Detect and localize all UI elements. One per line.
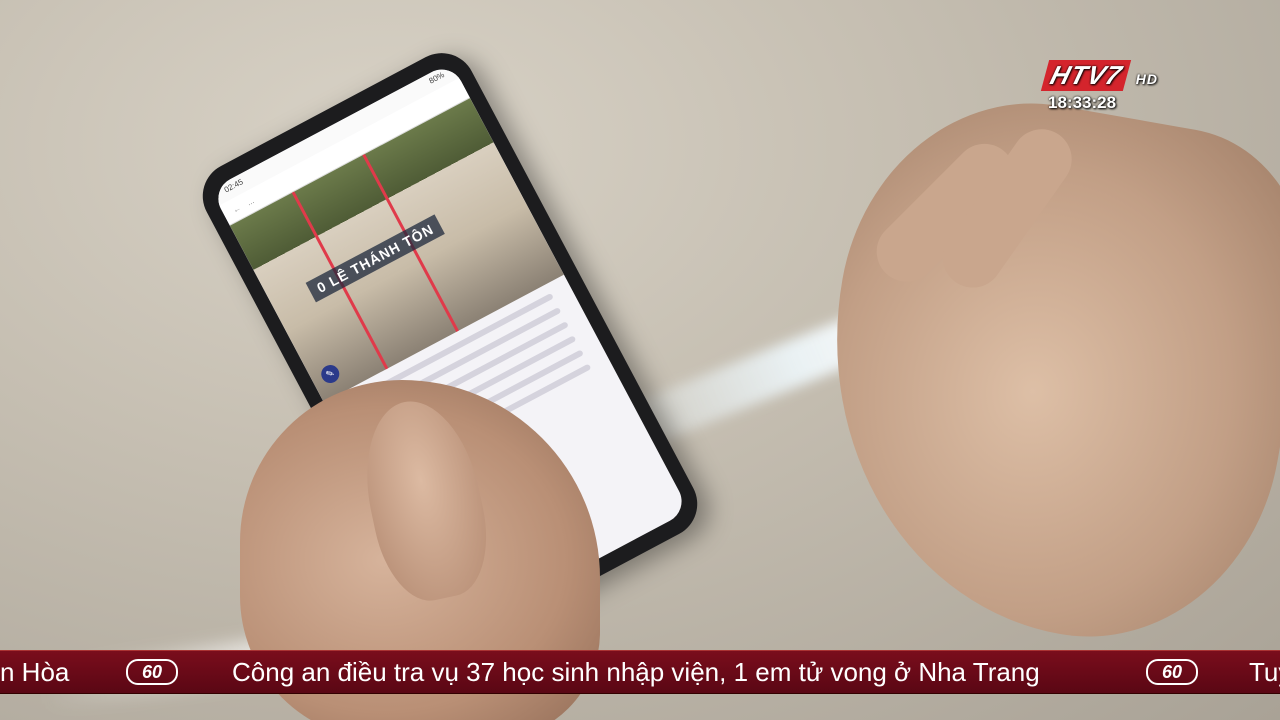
ticker-segment-prev: n Hòa (0, 656, 70, 687)
ticker-headline: Công an điều tra vụ 37 học sinh nhập việ… (232, 656, 1040, 687)
broadcast-clock: 18:33:28 (1048, 93, 1117, 112)
channel-hd-badge: HD (1135, 71, 1158, 87)
street-photo: 0 LÊ THÁNH TÔN (229, 98, 564, 403)
news-ticker: n Hòa 60 Công an điều tra vụ 37 học sinh… (0, 650, 1280, 694)
channel-logo-text: HTV7 (1040, 60, 1132, 91)
url-text: ... (245, 195, 256, 207)
ticker-segment-next: Tuy (1249, 656, 1280, 687)
ticker-logo-icon: 60 (126, 659, 178, 685)
ticker-logo-icon: 60 (1146, 659, 1198, 685)
right-hand (788, 74, 1280, 666)
back-arrow-icon: ← (231, 202, 243, 215)
